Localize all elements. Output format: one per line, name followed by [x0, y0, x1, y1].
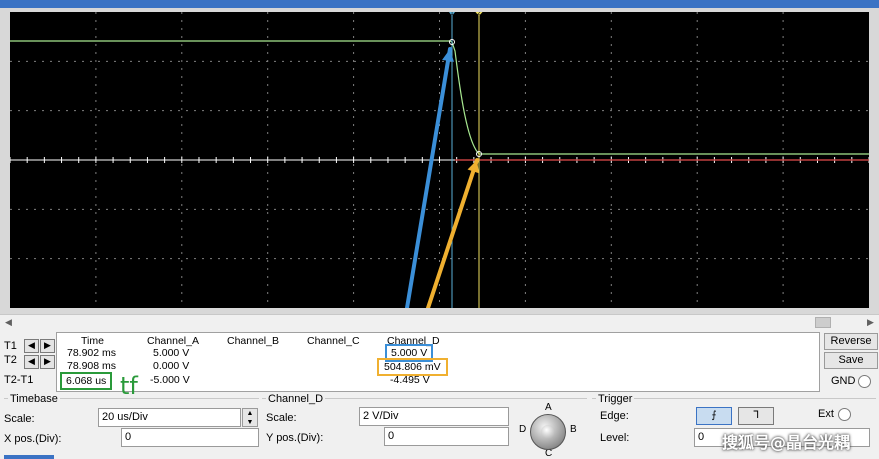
channel-d-scale-input[interactable]: 2 V/Div	[359, 407, 509, 426]
scope-graph: 12	[9, 8, 870, 310]
gnd-radio[interactable]	[858, 375, 871, 388]
knob-label-d: D	[519, 424, 527, 435]
channel-d-ypos-label: Y pos.(Div):	[266, 432, 324, 444]
t1-time: 78.902 ms	[67, 347, 117, 359]
channel-d-scale-label: Scale:	[266, 412, 297, 424]
oscilloscope-screen[interactable]: 12	[9, 8, 870, 310]
channel-d-title: Channel_D	[266, 393, 326, 405]
trigger-level-label: Level:	[600, 432, 630, 444]
window-top-bar	[0, 0, 879, 8]
channel-d-trace	[10, 40, 869, 155]
t2-right-arrow-icon[interactable]: ▶	[40, 355, 55, 369]
header-channel-b: Channel_B	[227, 335, 279, 347]
header-channel-c: Channel_C	[307, 335, 360, 347]
timebase-tab-indicator	[4, 455, 54, 459]
timebase-title: Timebase	[8, 393, 60, 405]
timebase-scale-input[interactable]: 20 us/Div	[98, 408, 241, 427]
knob-label-a: A	[545, 402, 552, 413]
scroll-right-icon[interactable]: ▶	[864, 316, 877, 328]
t1-right-arrow-icon[interactable]: ▶	[40, 339, 55, 353]
tf-annotation: tf	[120, 372, 138, 400]
t2-t1-time: 6.068 us	[60, 372, 113, 390]
trigger-title: Trigger	[596, 393, 635, 405]
scroll-left-icon[interactable]: ◀	[2, 316, 15, 328]
orange-annotation-arrow-head	[467, 160, 479, 174]
header-time: Time	[81, 335, 104, 347]
scroll-thumb[interactable]	[815, 317, 831, 328]
save-button[interactable]: Save	[824, 352, 878, 369]
edge-rising-button[interactable]: ᒣ	[738, 407, 774, 425]
horizontal-scrollbar[interactable]: ◀ ▶	[0, 314, 879, 329]
channel-d-ypos-input[interactable]: 0	[384, 427, 509, 446]
t2-label: T2	[4, 354, 17, 366]
blue-annotation-arrow	[405, 47, 452, 310]
cursor-t2-label: 2	[477, 12, 481, 17]
watermark-text: 搜狐号@晶台光耦	[722, 433, 851, 452]
trigger-divider	[592, 398, 876, 399]
t1-channel-a: 5.000 V	[153, 347, 190, 359]
t1-left-arrow-icon[interactable]: ◀	[24, 339, 39, 353]
trigger-edge-label: Edge:	[600, 410, 629, 422]
t2-time: 78.908 ms	[67, 360, 117, 372]
cursor-t1-label: 1	[450, 12, 454, 17]
t2-t1-label: T2-T1	[4, 374, 34, 386]
gnd-label: GND	[831, 375, 856, 387]
timebase-scale-spinner[interactable]: ▲ ▼	[242, 408, 258, 427]
cursor-readout-table: Time Channel_A Channel_B Channel_C Chann…	[56, 332, 820, 392]
t2-left-arrow-icon[interactable]: ◀	[24, 355, 39, 369]
trigger-ext-radio[interactable]	[838, 408, 851, 421]
channel-selector-knob-icon[interactable]	[530, 414, 566, 450]
t2-channel-a: 0.000 V	[153, 360, 190, 372]
reverse-button[interactable]: Reverse	[824, 333, 878, 350]
knob-label-b: B	[570, 424, 577, 435]
timebase-xpos-label: X pos.(Div):	[4, 433, 62, 445]
t2-t1-channel-a: -5.000 V	[150, 374, 190, 386]
edge-falling-button[interactable]: ⨍	[696, 407, 732, 425]
timebase-xpos-input[interactable]: 0	[121, 428, 259, 447]
t2-t1-channel-d: -4.495 V	[390, 374, 430, 386]
t1-label: T1	[4, 340, 17, 352]
timebase-scale-label: Scale:	[4, 413, 35, 425]
header-channel-a: Channel_A	[147, 335, 199, 347]
trigger-ext-label: Ext	[818, 408, 834, 420]
